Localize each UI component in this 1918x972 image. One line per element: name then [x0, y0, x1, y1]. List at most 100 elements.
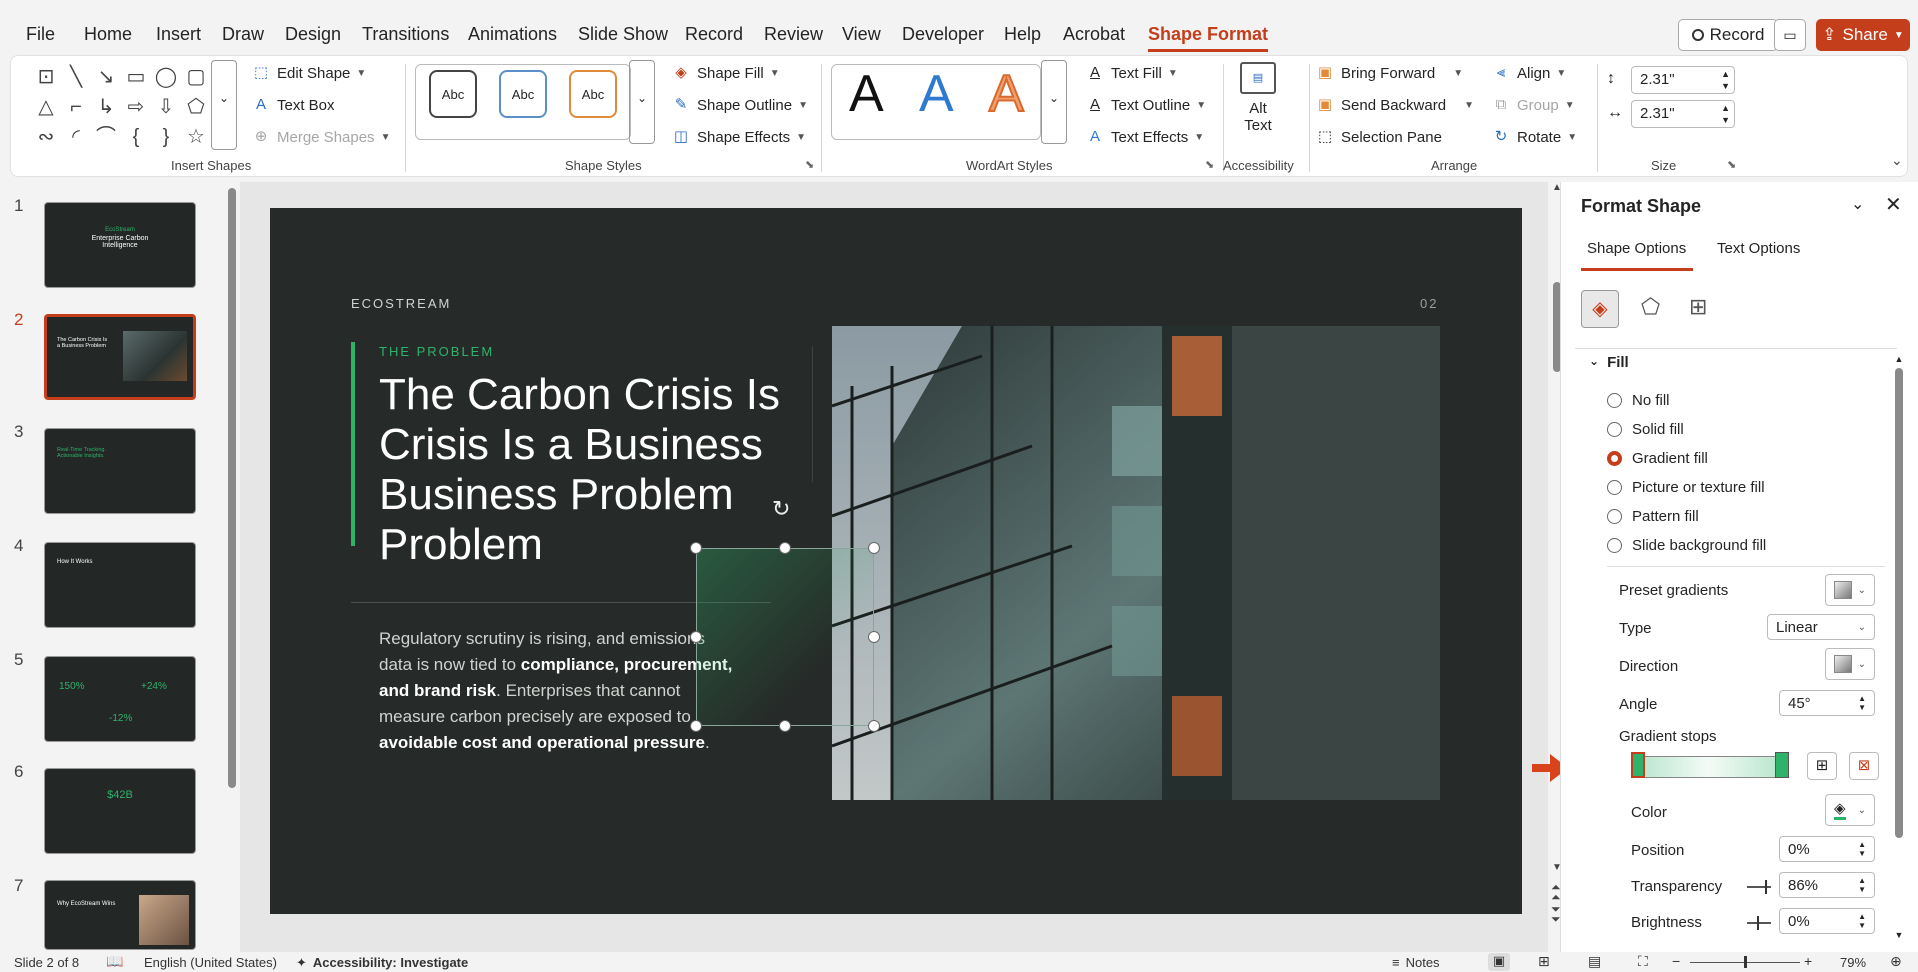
resize-handle[interactable] [690, 542, 702, 554]
shapes-gallery-more-button[interactable]: ⌄ [211, 60, 237, 150]
arc-shape-icon[interactable]: ◜ [63, 124, 89, 150]
fill-section-header[interactable]: ⌄ Fill [1589, 354, 1629, 371]
effects-category-icon[interactable]: ⬠ [1641, 294, 1660, 320]
shape-style-orange[interactable]: Abc [569, 70, 617, 118]
record-button[interactable]: Record [1678, 19, 1778, 51]
text-box-shape-icon[interactable]: ⊡ [33, 64, 59, 90]
resize-handle[interactable] [868, 631, 880, 643]
slide-page-number[interactable]: 02 [1420, 296, 1438, 311]
share-button[interactable]: ⇪ Share ▼ [1816, 19, 1910, 51]
shape-height-input[interactable]: 2.31" ▲ ▼ [1631, 66, 1735, 94]
zoom-out-icon[interactable]: − [1672, 953, 1680, 969]
add-gradient-stop-button[interactable]: ⊞ [1807, 752, 1837, 780]
rotate-handle-icon[interactable]: ↻ [772, 496, 790, 522]
resize-handle[interactable] [868, 542, 880, 554]
tab-transitions[interactable]: Transitions [362, 24, 449, 45]
slide-thumbnail-2[interactable]: The Carbon Crisis Is a Business Problem [44, 314, 196, 400]
brightness-input[interactable]: 0% ▲ ▼ [1779, 908, 1875, 934]
down-arrow-shape-icon[interactable]: ⇩ [153, 94, 179, 120]
send-backward-button[interactable]: ▣ Send Backward ▼ [1315, 96, 1474, 114]
selected-gradient-shape[interactable] [696, 548, 874, 726]
tab-design[interactable]: Design [285, 24, 341, 45]
edit-shape-button[interactable]: ⬚ Edit Shape ▼ [251, 64, 366, 82]
rectangle-shape-icon[interactable]: ▭ [123, 64, 149, 90]
freeform-shape-icon[interactable]: ⬠ [183, 94, 209, 120]
right-brace-shape-icon[interactable]: } [153, 124, 179, 150]
spinner-icon[interactable]: ▲ ▼ [1858, 694, 1866, 712]
curve-shape-icon[interactable]: ⌒ [93, 124, 119, 150]
slide-title[interactable]: The Carbon Crisis Is Crisis Is a Busines… [379, 370, 799, 570]
dialog-launcher-icon[interactable]: ⬊ [1727, 158, 1736, 171]
shape-effects-button[interactable]: ◫ Shape Effects ▼ [671, 128, 806, 146]
reading-view-icon[interactable]: ▤ [1588, 953, 1601, 970]
spinner-icon[interactable]: ▲ ▼ [1858, 840, 1866, 858]
normal-view-icon[interactable]: ▣ [1488, 953, 1510, 971]
language-indicator[interactable]: English (United States) [144, 955, 277, 970]
slide-background-fill-radio[interactable]: Slide background fill [1607, 537, 1766, 554]
direction-dropdown[interactable]: ⌄ [1825, 648, 1875, 680]
gradient-fill-radio[interactable]: Gradient fill [1607, 450, 1708, 467]
oval-shape-icon[interactable]: ◯ [153, 64, 179, 90]
tab-shape-options[interactable]: Shape Options [1587, 240, 1686, 257]
dialog-launcher-icon[interactable]: ⬊ [1205, 158, 1214, 171]
spell-check-icon[interactable]: 📖 [106, 953, 123, 970]
group-button[interactable]: ⧉ Group ▼ [1491, 96, 1575, 114]
wordart-style-blue[interactable]: A [919, 64, 954, 124]
slide-show-icon[interactable]: ⛶ [1638, 953, 1648, 970]
transparency-slider[interactable] [1747, 886, 1771, 888]
pattern-fill-radio[interactable]: Pattern fill [1607, 508, 1699, 525]
text-fill-button[interactable]: A Text Fill ▼ [1085, 64, 1178, 82]
tab-home[interactable]: Home [84, 24, 132, 45]
tab-view[interactable]: View [842, 24, 881, 45]
triangle-shape-icon[interactable]: △ [33, 94, 59, 120]
shape-style-dark[interactable]: Abc [429, 70, 477, 118]
resize-handle[interactable] [868, 720, 880, 732]
collapse-ribbon-icon[interactable]: ⌄ [1891, 152, 1903, 169]
thumbnail-scrollbar[interactable] [228, 186, 238, 936]
slide-thumbnail-6[interactable]: $42B [44, 768, 196, 854]
scroll-up-icon[interactable]: ▲ [1893, 354, 1905, 364]
comments-button[interactable]: ▭ [1774, 19, 1806, 51]
resize-handle[interactable] [779, 720, 791, 732]
text-outline-button[interactable]: A Text Outline ▼ [1085, 96, 1206, 114]
text-effects-button[interactable]: A Text Effects ▼ [1085, 128, 1204, 146]
zoom-slider-thumb[interactable] [1744, 956, 1747, 968]
align-button[interactable]: ⫷ Align ▼ [1491, 64, 1567, 82]
size-properties-category-icon[interactable]: ⊞ [1689, 294, 1707, 320]
curved-connector-shape-icon[interactable]: ↳ [93, 94, 119, 120]
color-picker-button[interactable]: ◈ ⌄ [1825, 794, 1875, 826]
wordart-more-button[interactable]: ⌄ [1041, 60, 1067, 144]
chevron-down-icon[interactable]: ⌄ [1851, 194, 1864, 214]
tab-help[interactable]: Help [1004, 24, 1041, 45]
text-box-button[interactable]: A Text Box [251, 96, 335, 114]
tab-acrobat[interactable]: Acrobat [1063, 24, 1125, 45]
building-photo[interactable] [832, 326, 1440, 800]
right-arrow-shape-icon[interactable]: ⇨ [123, 94, 149, 120]
rotate-button[interactable]: ↻ Rotate ▼ [1491, 128, 1577, 146]
scrollbar-thumb[interactable] [1895, 368, 1903, 838]
no-fill-radio[interactable]: No fill [1607, 392, 1670, 409]
arrow-line-shape-icon[interactable]: ↘ [93, 64, 119, 90]
tab-draw[interactable]: Draw [222, 24, 264, 45]
slide-thumbnail-3[interactable]: Real-Time Tracking. Actionable Insights. [44, 428, 196, 514]
line-shape-icon[interactable]: ╲ [63, 64, 89, 90]
star-shape-icon[interactable]: ☆ [183, 124, 209, 150]
close-icon[interactable]: ✕ [1885, 192, 1902, 217]
spinner-icon[interactable]: ▲ ▼ [1721, 68, 1730, 92]
shape-outline-button[interactable]: ✎ Shape Outline ▼ [671, 96, 808, 114]
shape-width-input[interactable]: 2.31" ▲ ▼ [1631, 100, 1735, 128]
spinner-icon[interactable]: ▲ ▼ [1858, 876, 1866, 894]
spinner-icon[interactable]: ▲ ▼ [1721, 102, 1730, 126]
fill-line-category-icon[interactable]: ◈ [1581, 290, 1619, 328]
resize-handle[interactable] [779, 542, 791, 554]
rounded-rect-shape-icon[interactable]: ▢ [183, 64, 209, 90]
shape-style-blue[interactable]: Abc [499, 70, 547, 118]
fit-to-window-icon[interactable]: ⊕ [1890, 953, 1902, 970]
slide-thumbnail-1[interactable]: EcoStream Enterprise Carbon Intelligence [44, 202, 196, 288]
zoom-in-icon[interactable]: + [1804, 953, 1812, 969]
bring-forward-button[interactable]: ▣ Bring Forward ▼ [1315, 64, 1463, 82]
shape-fill-button[interactable]: ◈ Shape Fill ▼ [671, 64, 779, 82]
alt-text-button[interactable]: ▤ Alt Text [1233, 62, 1283, 152]
slide-thumbnail-4[interactable]: How It Works [44, 542, 196, 628]
scroll-down-icon[interactable]: ▼ [1893, 930, 1905, 940]
